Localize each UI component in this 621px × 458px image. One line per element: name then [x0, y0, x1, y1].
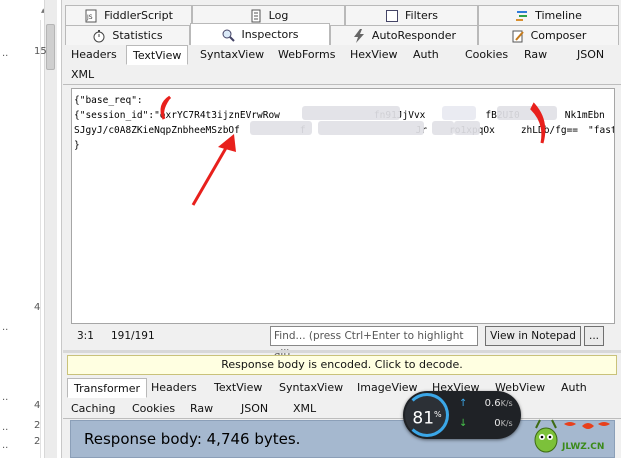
- session-truncated: ..: [2, 392, 9, 403]
- session-list-strip[interactable]: ▴ 15 .. 4 .. .. 4 2 .. 2 ..: [0, 0, 62, 458]
- column-divider: [40, 20, 41, 458]
- filter-checkbox-icon: [385, 9, 399, 23]
- network-speed-monitor[interactable]: 81% ↑ 0.6K/s ↓ 0K/s: [403, 391, 521, 439]
- timeline-icon: [515, 9, 529, 23]
- tab-composer[interactable]: Composer: [478, 25, 619, 45]
- session-truncated: ..: [2, 440, 9, 451]
- resp-tab-xml[interactable]: XML: [287, 399, 322, 419]
- top-tabs-row-1: JS FiddlerScript Log Filters Timeline: [63, 5, 621, 25]
- resp-tab-auth[interactable]: Auth: [555, 378, 593, 398]
- tab-filters[interactable]: Filters: [345, 5, 478, 25]
- req-tab-json[interactable]: JSON: [571, 45, 610, 65]
- response-view-tabs-row-1: Transformer Headers TextView SyntaxView …: [63, 378, 621, 398]
- req-tab-syntaxview[interactable]: SyntaxView: [194, 45, 270, 65]
- session-number: 15: [34, 46, 47, 57]
- script-icon: JS: [84, 9, 98, 23]
- tab-label: Composer: [530, 29, 587, 42]
- session-number: 4: [34, 302, 41, 313]
- lightning-icon: [352, 28, 366, 43]
- upload-arrow-icon: ↑: [459, 398, 468, 409]
- inspector-icon: [221, 28, 236, 42]
- pane-splitter[interactable]: [63, 350, 621, 353]
- req-tab-auth[interactable]: Auth: [407, 45, 445, 65]
- session-truncated: ..: [2, 322, 9, 333]
- req-tab-cookies[interactable]: Cookies: [459, 45, 514, 65]
- log-icon: [249, 9, 263, 23]
- download-arrow-icon: ↓: [459, 418, 468, 429]
- char-count: 191/191: [111, 330, 155, 342]
- stopwatch-icon: [92, 29, 106, 43]
- tab-label: Filters: [405, 9, 438, 22]
- req-tab-hexview[interactable]: HexView: [344, 45, 403, 65]
- upload-speed: ↑ 0.6K/s: [459, 398, 513, 409]
- percent-sign: %: [434, 410, 442, 419]
- session-number: 4: [34, 400, 41, 411]
- decode-notice-bar[interactable]: Response body is encoded. Click to decod…: [67, 355, 617, 375]
- req-tab-textview[interactable]: TextView: [126, 45, 189, 65]
- tab-label: AutoResponder: [371, 29, 457, 42]
- more-options-button[interactable]: ...: [584, 326, 604, 346]
- tab-label: Statistics: [112, 29, 163, 42]
- inspector-pane: JS FiddlerScript Log Filters Timeline St…: [63, 0, 621, 458]
- top-tabs-row-2: Statistics Inspectors AutoResponder Comp…: [63, 23, 621, 45]
- tab-inspectors[interactable]: Inspectors: [190, 23, 330, 45]
- tab-log[interactable]: Log: [192, 5, 345, 25]
- session-truncated: ..: [2, 422, 9, 433]
- cpu-usage-gauge: 81%: [405, 393, 449, 437]
- session-number: 2: [34, 420, 41, 431]
- resp-tab-textview[interactable]: TextView: [208, 378, 268, 398]
- tab-label: Timeline: [535, 9, 582, 22]
- req-tab-xml[interactable]: XML: [65, 65, 100, 85]
- textview-statusbar: 3:1 191/191 Find... (press Ctrl+Enter to…: [71, 325, 615, 360]
- resp-tab-cookies[interactable]: Cookies: [126, 399, 181, 419]
- req-tab-raw[interactable]: Raw: [518, 45, 553, 65]
- resp-tab-raw[interactable]: Raw: [184, 399, 219, 419]
- tab-label: Log: [268, 9, 289, 22]
- tab-label: Inspectors: [241, 28, 299, 41]
- cpu-percent: 81: [412, 408, 435, 429]
- req-tab-headers[interactable]: Headers: [65, 45, 123, 65]
- session-scroll-thumb[interactable]: [46, 24, 55, 70]
- download-speed: ↓ 0K/s: [459, 418, 513, 429]
- resp-tab-json[interactable]: JSON: [235, 399, 274, 419]
- tab-fiddlerscript[interactable]: JS FiddlerScript: [65, 5, 192, 25]
- req-tab-webforms[interactable]: WebForms: [272, 45, 341, 65]
- session-truncated: ..: [2, 48, 9, 59]
- request-view-tabs-row-1: Headers TextView SyntaxView WebForms Hex…: [63, 45, 621, 65]
- tab-label: FiddlerScript: [104, 9, 173, 22]
- request-body-textview[interactable]: {"base_req": {"session_id":"oxrYC7R4t3ij…: [71, 88, 615, 324]
- resp-tab-syntaxview[interactable]: SyntaxView: [273, 378, 349, 398]
- red-annotation-marks: [160, 95, 546, 206]
- svg-text:JS: JS: [86, 14, 93, 21]
- cursor-position: 3:1: [77, 330, 94, 342]
- find-input[interactable]: Find... (press Ctrl+Enter to highlight a…: [270, 326, 478, 360]
- tab-statistics[interactable]: Statistics: [65, 25, 190, 45]
- resp-tab-transformer[interactable]: Transformer: [67, 378, 148, 398]
- pencil-icon: [511, 29, 525, 43]
- resp-tab-headers[interactable]: Headers: [145, 378, 203, 398]
- tab-autoresponder[interactable]: AutoResponder: [330, 25, 478, 45]
- request-view-tabs-row-2: XML: [63, 65, 621, 85]
- view-in-notepad-button[interactable]: View in Notepad: [485, 326, 581, 346]
- resp-tab-caching[interactable]: Caching: [65, 399, 121, 419]
- session-number: 2: [34, 436, 41, 447]
- watermark-text: JLWZ.CN: [562, 442, 605, 452]
- tab-timeline[interactable]: Timeline: [478, 5, 619, 25]
- site-watermark-logo: JLWZ.CN: [530, 414, 620, 458]
